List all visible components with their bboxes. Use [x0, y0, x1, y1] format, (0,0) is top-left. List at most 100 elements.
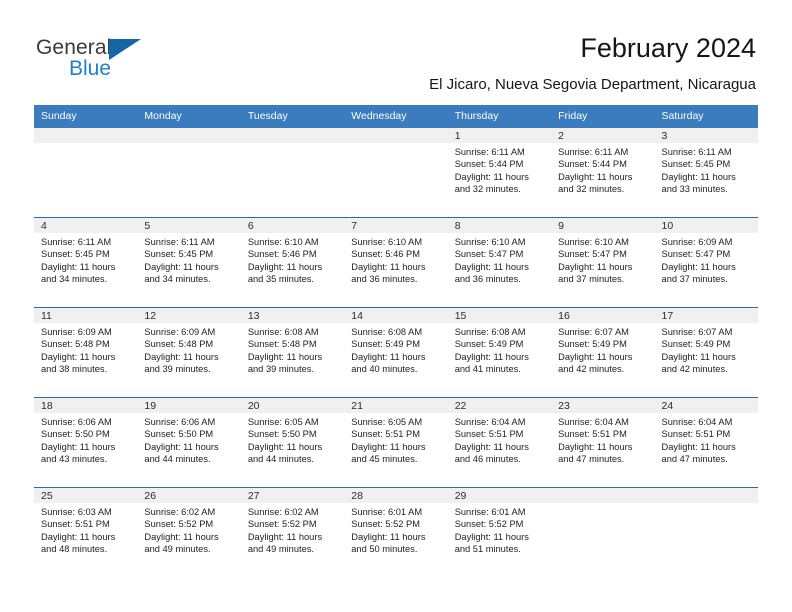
day-number: 25 [34, 488, 138, 503]
calendar-day-cell[interactable]: 4 Sunrise: 6:11 AM Sunset: 5:45 PM Daylight… [34, 217, 138, 308]
day-number [344, 128, 448, 143]
day-sunrise-text: Sunrise: 6:02 AM [144, 507, 216, 517]
calendar-week-row: 4 Sunrise: 6:11 AM Sunset: 5:45 PM Daylight… [34, 217, 758, 308]
day-sunrise-text: Sunrise: 6:09 AM [661, 237, 733, 247]
calendar-day-cell[interactable]: 9 Sunrise: 6:10 AM Sunset: 5:47 PM Daylight… [551, 217, 655, 308]
day-sun-info [137, 143, 240, 146]
day-daylight-text: Daylight: 11 hours [454, 441, 529, 452]
day-cell-inner [654, 488, 758, 577]
day-cell-inner: 11 Sunrise: 6:09 AM Sunset: 5:48 PM Dayligh… [34, 308, 138, 397]
calendar-day-cell[interactable]: 19 Sunrise: 6:06 AM Sunset: 5:50 PM Dayligh… [137, 397, 241, 488]
day-daylight-text: Daylight: 11 hours [661, 441, 736, 452]
day-daylight-text: Daylight: 11 hours [351, 261, 426, 272]
calendar-day-cell[interactable]: 3 Sunrise: 6:11 AM Sunset: 5:45 PM Daylight… [654, 128, 758, 218]
day-cell-inner: 12 Sunrise: 6:09 AM Sunset: 5:48 PM Dayligh… [137, 308, 241, 397]
day-cell-inner: 16 Sunrise: 6:07 AM Sunset: 5:49 PM Dayligh… [551, 308, 655, 397]
day-cell-inner [137, 128, 241, 217]
day-sunset-text: Sunset: 5:51 PM [454, 429, 524, 440]
calendar-day-cell[interactable]: 11 Sunrise: 6:09 AM Sunset: 5:48 PM Dayligh… [34, 307, 138, 398]
calendar-day-cell[interactable]: 22 Sunrise: 6:04 AM Sunset: 5:51 PM Dayligh… [447, 397, 552, 488]
day-sunset-text: Sunset: 5:47 PM [661, 249, 731, 260]
day-daylight-cont-text: and 44 minutes. [247, 454, 314, 465]
calendar-day-cell[interactable]: 29 Sunrise: 6:01 AM Sunset: 5:52 PM Dayligh… [447, 487, 552, 577]
day-sun-info: Sunrise: 6:11 AM Sunset: 5:45 PM Daylight:… [655, 143, 758, 196]
day-sun-info: Sunrise: 6:06 AM Sunset: 5:50 PM Daylight:… [137, 413, 240, 466]
calendar-day-cell[interactable]: 15 Sunrise: 6:08 AM Sunset: 5:49 PM Dayligh… [447, 307, 552, 398]
calendar-day-cell[interactable]: 14 Sunrise: 6:08 AM Sunset: 5:49 PM Dayligh… [344, 307, 448, 398]
day-number [654, 488, 758, 503]
calendar-day-cell[interactable]: 25 Sunrise: 6:03 AM Sunset: 5:51 PM Dayligh… [34, 487, 138, 577]
day-sunset-text: Sunset: 5:45 PM [661, 159, 731, 170]
calendar-day-cell[interactable]: 23 Sunrise: 6:04 AM Sunset: 5:51 PM Dayligh… [551, 397, 655, 488]
day-daylight-cont-text: and 42 minutes. [558, 364, 625, 375]
day-sun-info [551, 503, 654, 506]
calendar-day-cell[interactable]: 8 Sunrise: 6:10 AM Sunset: 5:47 PM Daylight… [447, 217, 552, 308]
day-sunrise-text: Sunrise: 6:05 AM [247, 417, 319, 427]
day-sunset-text: Sunset: 5:50 PM [247, 429, 317, 440]
day-cell-inner: 13 Sunrise: 6:08 AM Sunset: 5:48 PM Dayligh… [240, 308, 345, 397]
day-daylight-cont-text: and 47 minutes. [558, 454, 625, 465]
weekday-header-wednesday: Wednesday [344, 105, 448, 128]
day-sun-info: Sunrise: 6:09 AM Sunset: 5:47 PM Daylight:… [655, 233, 758, 286]
calendar-day-cell[interactable]: 27 Sunrise: 6:02 AM Sunset: 5:52 PM Dayligh… [240, 487, 345, 577]
calendar-day-cell[interactable]: 20 Sunrise: 6:05 AM Sunset: 5:50 PM Dayligh… [240, 397, 345, 488]
day-daylight-text: Daylight: 11 hours [454, 531, 529, 542]
calendar-week-row: 11 Sunrise: 6:09 AM Sunset: 5:48 PM Dayligh… [34, 307, 758, 398]
day-number: 16 [551, 308, 655, 323]
day-cell-inner [551, 488, 655, 577]
calendar-day-cell[interactable]: 17 Sunrise: 6:07 AM Sunset: 5:49 PM Dayligh… [654, 307, 758, 398]
day-daylight-cont-text: and 49 minutes. [247, 544, 314, 555]
calendar-day-cell[interactable]: 6 Sunrise: 6:10 AM Sunset: 5:46 PM Daylight… [240, 217, 345, 308]
day-sunset-text: Sunset: 5:52 PM [144, 519, 214, 530]
weekday-header-sunday: Sunday [34, 105, 138, 128]
day-cell-inner: 19 Sunrise: 6:06 AM Sunset: 5:50 PM Dayligh… [137, 398, 241, 487]
day-sunset-text: Sunset: 5:47 PM [454, 249, 524, 260]
calendar-day-cell[interactable]: 5 Sunrise: 6:11 AM Sunset: 5:45 PM Daylight… [137, 217, 241, 308]
calendar-day-cell[interactable]: 24 Sunrise: 6:04 AM Sunset: 5:51 PM Dayligh… [654, 397, 758, 488]
calendar-day-cell[interactable]: 10 Sunrise: 6:09 AM Sunset: 5:47 PM Dayligh… [654, 217, 758, 308]
calendar-day-cell[interactable]: 16 Sunrise: 6:07 AM Sunset: 5:49 PM Dayligh… [551, 307, 655, 398]
day-number: 3 [654, 128, 758, 143]
day-cell-inner: 17 Sunrise: 6:07 AM Sunset: 5:49 PM Dayligh… [654, 308, 758, 397]
calendar-day-cell[interactable]: 18 Sunrise: 6:06 AM Sunset: 5:50 PM Dayligh… [34, 397, 138, 488]
day-daylight-cont-text: and 35 minutes. [247, 274, 314, 285]
day-daylight-cont-text: and 34 minutes. [144, 274, 211, 285]
calendar-day-cell[interactable]: 2 Sunrise: 6:11 AM Sunset: 5:44 PM Daylight… [551, 128, 655, 218]
day-daylight-text: Daylight: 11 hours [41, 261, 116, 272]
logo-word-blue: Blue [69, 57, 112, 80]
day-number: 23 [551, 398, 655, 413]
day-sunrise-text: Sunrise: 6:08 AM [351, 327, 423, 337]
day-daylight-cont-text: and 38 minutes. [41, 364, 108, 375]
day-sunset-text: Sunset: 5:52 PM [247, 519, 317, 530]
calendar-day-cell[interactable]: 7 Sunrise: 6:10 AM Sunset: 5:46 PM Daylight… [344, 217, 448, 308]
day-sunrise-text: Sunrise: 6:11 AM [144, 237, 215, 247]
page-title: February 2024 [580, 33, 756, 63]
calendar-day-cell[interactable]: 26 Sunrise: 6:02 AM Sunset: 5:52 PM Dayligh… [137, 487, 241, 577]
calendar-day-cell[interactable]: 12 Sunrise: 6:09 AM Sunset: 5:48 PM Dayligh… [137, 307, 241, 398]
day-daylight-text: Daylight: 11 hours [144, 531, 219, 542]
calendar-day-cell[interactable]: 21 Sunrise: 6:05 AM Sunset: 5:51 PM Dayligh… [344, 397, 448, 488]
day-number: 10 [654, 218, 758, 233]
logo-text-general: General [36, 36, 216, 60]
day-daylight-text: Daylight: 11 hours [454, 261, 529, 272]
day-sunrise-text: Sunrise: 6:11 AM [558, 147, 629, 157]
calendar-grid: Sunday Monday Tuesday Wednesday Thursday… [34, 105, 758, 577]
calendar-day-cell[interactable]: 1 Sunrise: 6:11 AM Sunset: 5:44 PM Daylight… [447, 128, 552, 218]
day-sunset-text: Sunset: 5:45 PM [144, 249, 214, 260]
day-number: 19 [137, 398, 241, 413]
day-cell-inner: 25 Sunrise: 6:03 AM Sunset: 5:51 PM Dayligh… [34, 488, 138, 577]
general-blue-logo[interactable]: General Blue [36, 36, 216, 80]
day-cell-inner: 21 Sunrise: 6:05 AM Sunset: 5:51 PM Dayligh… [344, 398, 448, 487]
day-sunset-text: Sunset: 5:51 PM [351, 429, 420, 440]
calendar-day-cell[interactable]: 13 Sunrise: 6:08 AM Sunset: 5:48 PM Dayligh… [240, 307, 345, 398]
calendar-day-cell[interactable]: 28 Sunrise: 6:01 AM Sunset: 5:52 PM Dayligh… [344, 487, 448, 577]
day-sunrise-text: Sunrise: 6:09 AM [144, 327, 216, 337]
day-sunrise-text: Sunrise: 6:11 AM [661, 147, 732, 157]
day-number [137, 128, 241, 143]
day-daylight-text: Daylight: 11 hours [351, 351, 426, 362]
day-sunset-text: Sunset: 5:48 PM [247, 339, 317, 350]
day-daylight-cont-text: and 36 minutes. [454, 274, 521, 285]
day-daylight-text: Daylight: 11 hours [454, 351, 529, 362]
day-sunset-text: Sunset: 5:51 PM [661, 429, 731, 440]
day-cell-inner [34, 128, 138, 217]
